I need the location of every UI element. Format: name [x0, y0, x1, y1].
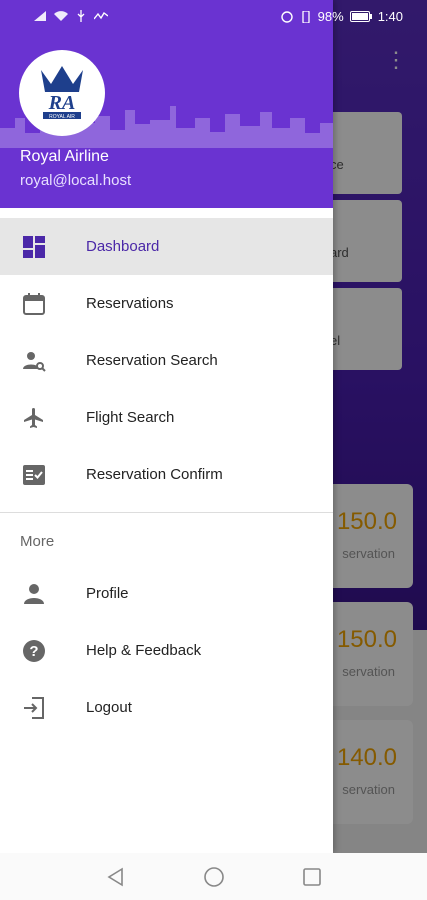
menu-item-label: Profile [86, 585, 129, 602]
navigation-drawer: RA ROYAL AIR Royal Airline royal@local.h… [0, 0, 333, 853]
recents-icon[interactable] [298, 863, 326, 891]
back-icon[interactable] [102, 863, 130, 891]
home-icon[interactable] [200, 863, 228, 891]
account-email: royal@local.host [20, 172, 132, 189]
crown-logo-icon: RA ROYAL AIR [41, 66, 83, 120]
drawer-menu: Dashboard Reservations Reservation Searc… [0, 218, 333, 736]
menu-item-reservations[interactable]: Reservations [0, 275, 333, 332]
menu-item-dashboard[interactable]: Dashboard [0, 218, 333, 275]
menu-item-profile[interactable]: Profile [0, 565, 333, 622]
clock: 1:40 [377, 9, 403, 24]
calendar-icon [21, 291, 47, 317]
signal-icon [34, 11, 46, 21]
menu-item-label: Flight Search [86, 409, 175, 426]
alarm-icon [280, 10, 293, 23]
activity-icon [94, 11, 108, 20]
app-logo: RA ROYAL AIR [19, 50, 105, 136]
help-icon: ? [21, 638, 47, 664]
menu-item-reservation-confirm[interactable]: Reservation Confirm [0, 446, 333, 503]
person-icon [21, 581, 47, 607]
logo-text: RA [48, 92, 76, 114]
vibrate-icon [302, 10, 310, 23]
account-name: Royal Airline [20, 148, 109, 165]
logo-subtext: ROYAL AIR [49, 114, 75, 120]
person-search-icon [21, 348, 47, 374]
menu-item-label: Logout [86, 699, 132, 716]
menu-item-label: Help & Feedback [86, 642, 202, 659]
usb-icon [77, 10, 85, 22]
menu-item-help-feedback[interactable]: ? Help & Feedback [0, 622, 333, 679]
svg-text:?: ? [29, 643, 38, 660]
menu-item-label: Reservation Search [86, 352, 218, 369]
menu-item-label: Dashboard [86, 238, 160, 255]
battery-icon [349, 11, 372, 22]
wifi-icon [54, 11, 68, 21]
menu-item-logout[interactable]: Logout [0, 679, 333, 736]
battery-percent: 98% [317, 9, 344, 24]
checklist-icon [21, 462, 47, 488]
logout-icon [21, 695, 47, 721]
menu-item-label: Reservations [86, 295, 174, 312]
menu-item-flight-search[interactable]: Flight Search [0, 389, 333, 446]
dashboard-icon [21, 234, 47, 260]
menu-item-label: Reservation Confirm [86, 466, 223, 483]
system-navigation-bar [0, 853, 427, 900]
menu-item-reservation-search[interactable]: Reservation Search [0, 332, 333, 389]
status-bar: 98% 1:40 [0, 0, 427, 33]
section-title-more: More [20, 532, 55, 550]
airplane-icon [21, 405, 47, 431]
